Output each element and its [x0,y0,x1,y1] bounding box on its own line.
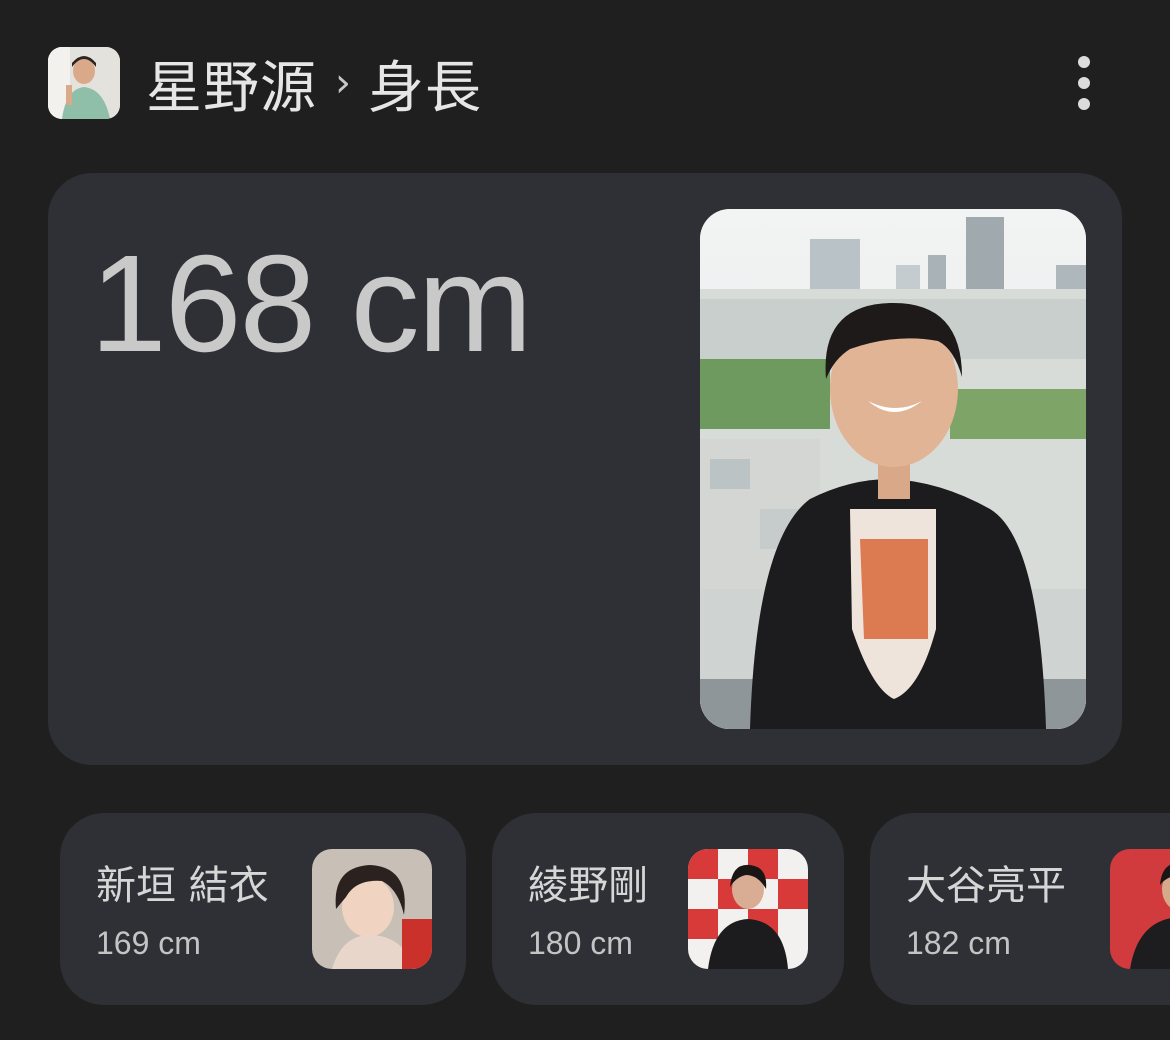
person-thumbnail-image [48,47,120,119]
related-people-carousel[interactable]: 新垣 結衣 169 cm 綾野剛 180 cm 大谷亮平 182 cm [60,813,1170,1005]
header: 星野源 › 身長 [48,46,1140,121]
related-person-photo [1110,849,1170,969]
breadcrumb-attribute: 身長 [368,55,482,121]
knowledge-panel: 星野源 › 身長 168 cm 新垣 結衣 169 cm 綾野剛 180 cm … [0,0,1170,1040]
more-vert-icon[interactable] [1070,56,1098,110]
related-person-photo [312,849,432,969]
answer-card: 168 cm [48,173,1122,765]
breadcrumb: 星野源 › 身長 [146,43,482,124]
related-person-name: 大谷亮平 [906,863,1066,909]
entity-thumbnail[interactable] [48,47,120,119]
related-person-card[interactable]: 綾野剛 180 cm [492,813,844,1005]
related-person-name: 綾野剛 [528,863,648,909]
related-person-height: 182 cm [906,925,1011,961]
related-person-card[interactable]: 大谷亮平 182 cm [870,813,1170,1005]
related-person-card[interactable]: 新垣 結衣 169 cm [60,813,466,1005]
chevron-right-icon: › [335,60,352,106]
related-person-height: 180 cm [528,925,633,961]
height-value: 168 cm [90,227,533,381]
breadcrumb-entity[interactable]: 星野源 [146,43,317,124]
related-person-photo [688,849,808,969]
person-photo-image [700,209,1086,729]
entity-photo[interactable] [700,209,1086,729]
related-person-name: 新垣 結衣 [96,863,269,909]
related-person-height: 169 cm [96,925,201,961]
